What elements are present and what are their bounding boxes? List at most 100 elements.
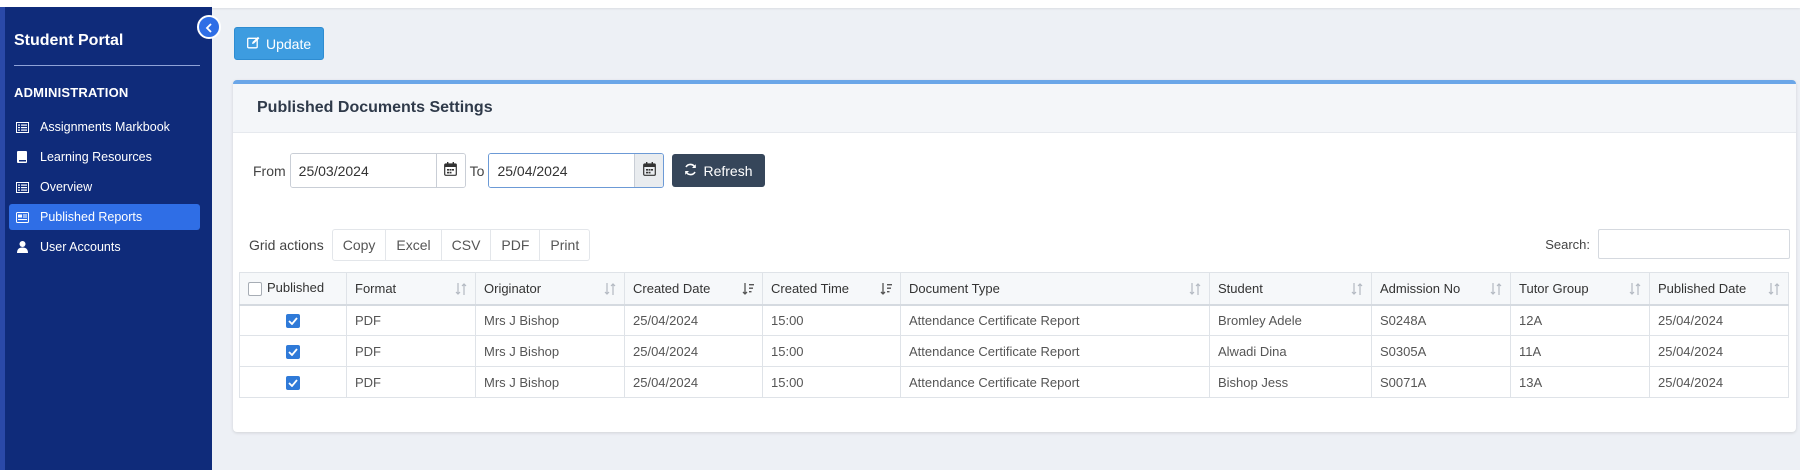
sidebar-item-label: Assignments Markbook (40, 120, 170, 134)
search-input[interactable] (1598, 229, 1790, 259)
refresh-icon (684, 163, 697, 179)
chevron-left-icon (205, 18, 213, 37)
column-header-label: Student (1218, 280, 1263, 296)
sidebar: Student Portal ADMINISTRATION Assignment… (0, 0, 212, 470)
published-date-cell: 25/04/2024 (1649, 335, 1789, 367)
student-cell: Alwadi Dina (1209, 335, 1372, 367)
calendar-icon (444, 161, 458, 180)
grid-actions-label: Grid actions (249, 237, 324, 253)
from-date-input[interactable] (290, 154, 436, 187)
sort-icon (1351, 282, 1363, 296)
column-header-tutor-group[interactable]: Tutor Group (1510, 272, 1650, 306)
brand-divider (14, 65, 200, 66)
published-checkbox[interactable] (286, 344, 300, 359)
sidebar-item-label: Published Reports (40, 210, 143, 224)
sort-icon (1189, 282, 1201, 296)
sidebar-topbar (0, 0, 212, 7)
column-header-student[interactable]: Student (1209, 272, 1372, 306)
document-type-cell: Attendance Certificate Report (900, 304, 1210, 336)
admission-no-cell: S0071A (1371, 366, 1511, 398)
sidebar-item-learning-resources[interactable]: Learning Resources (9, 144, 200, 170)
to-label: To (469, 162, 485, 179)
sidebar-item-label: User Accounts (40, 240, 121, 254)
created-time-cell: 15:00 (762, 366, 901, 398)
created-time-cell: 15:00 (762, 304, 901, 336)
sort-icon (1629, 282, 1641, 296)
table-row: PDF Mrs J Bishop 25/04/2024 15:00 Attend… (239, 304, 1789, 336)
tutor-group-cell: 13A (1510, 366, 1650, 398)
document-type-cell: Attendance Certificate Report (900, 366, 1210, 398)
book-icon (14, 150, 30, 164)
student-cell: Bromley Adele (1209, 304, 1372, 336)
sidebar-item-published-reports[interactable]: Published Reports (9, 204, 200, 230)
column-header-admission-no[interactable]: Admission No (1371, 272, 1511, 306)
sort-desc-icon (742, 282, 754, 296)
excel-button[interactable]: Excel (386, 229, 442, 261)
list-icon (14, 120, 30, 134)
sidebar-item-user-accounts[interactable]: User Accounts (9, 234, 200, 260)
sidebar-edge (0, 0, 5, 470)
published-checkbox[interactable] (286, 314, 300, 329)
update-button-label: Update (266, 35, 312, 52)
from-date-picker-button[interactable] (435, 154, 465, 187)
sort-icon (455, 282, 467, 296)
originator-cell: Mrs J Bishop (475, 366, 625, 398)
select-all-checkbox[interactable] (248, 282, 262, 297)
column-header-label: Published Date (1658, 280, 1747, 296)
refresh-button[interactable]: Refresh (672, 154, 765, 187)
created-date-cell: 25/04/2024 (624, 304, 763, 336)
section-title-administration: ADMINISTRATION (14, 85, 129, 100)
column-header-format[interactable]: Format (346, 272, 476, 306)
sidebar-item-assignments-markbook[interactable]: Assignments Markbook (9, 114, 200, 140)
tutor-group-cell: 11A (1510, 335, 1650, 367)
column-header-label: Originator (484, 280, 542, 296)
sidebar-item-label: Overview (40, 180, 93, 194)
card-title: Published Documents Settings (233, 84, 1796, 133)
print-button[interactable]: Print (540, 229, 591, 261)
format-cell: PDF (346, 335, 476, 367)
user-icon (14, 240, 30, 254)
column-header-label: Admission No (1380, 280, 1461, 296)
format-cell: PDF (346, 366, 476, 398)
csv-button[interactable]: CSV (441, 229, 492, 261)
sidebar-item-label: Learning Resources (40, 150, 152, 164)
column-header-label: Tutor Group (1519, 280, 1589, 296)
sidebar-item-overview[interactable]: Overview (9, 174, 200, 200)
column-header-label: Document Type (909, 280, 1000, 296)
published-checkbox[interactable] (286, 375, 300, 390)
originator-cell: Mrs J Bishop (475, 304, 625, 336)
sidebar-collapse-button[interactable] (197, 15, 221, 39)
published-date-cell: 25/04/2024 (1649, 304, 1789, 336)
from-date-group (289, 153, 466, 188)
search: Search: (1545, 229, 1790, 259)
brand-title: Student Portal (14, 32, 124, 49)
pdf-button[interactable]: PDF (491, 229, 541, 261)
to-date-input[interactable] (489, 154, 635, 187)
column-header-document-type[interactable]: Document Type (900, 272, 1210, 306)
to-date-picker-button[interactable] (634, 154, 664, 187)
column-header-published[interactable]: Published (239, 272, 347, 306)
column-header-label: Published (267, 280, 325, 296)
created-date-cell: 25/04/2024 (624, 366, 763, 398)
sidebar-nav: Assignments Markbook Learning Resources … (9, 114, 200, 264)
refresh-button-label: Refresh (703, 162, 753, 179)
update-button[interactable]: Update (234, 27, 325, 60)
published-documents-table: Published Format Originator Created Date… (239, 272, 1789, 398)
date-filter: From To Refresh (253, 153, 765, 188)
sort-icon (604, 282, 616, 296)
originator-cell: Mrs J Bishop (475, 335, 625, 367)
published-cell (239, 304, 347, 336)
from-label: From (253, 162, 286, 179)
student-cell: Bishop Jess (1209, 366, 1372, 398)
to-date-group (488, 153, 665, 188)
tutor-group-cell: 12A (1510, 304, 1650, 336)
newspaper-icon (14, 210, 30, 224)
published-cell (239, 335, 347, 367)
created-date-cell: 25/04/2024 (624, 335, 763, 367)
column-header-created-time[interactable]: Created Time (762, 272, 901, 306)
copy-button[interactable]: Copy (331, 229, 387, 261)
column-header-originator[interactable]: Originator (475, 272, 625, 306)
column-header-created-date[interactable]: Created Date (624, 272, 763, 306)
table-row: PDF Mrs J Bishop 25/04/2024 15:00 Attend… (239, 335, 1789, 367)
column-header-published-date[interactable]: Published Date (1649, 272, 1789, 306)
